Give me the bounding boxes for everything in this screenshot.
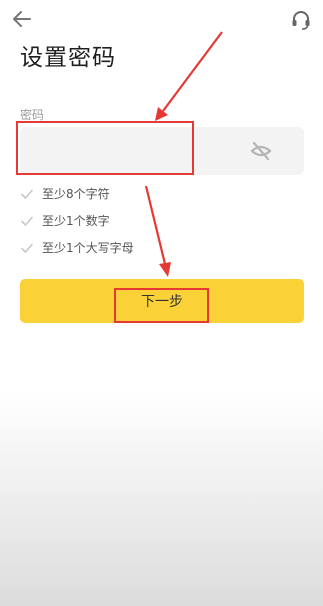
rule-text: 至少1个数字 <box>42 214 110 228</box>
check-icon <box>21 216 33 226</box>
rule-uppercase: 至少1个大写字母 <box>20 234 280 261</box>
check-icon <box>21 189 33 199</box>
top-bar <box>0 0 323 40</box>
annotation-arrow-to-password <box>162 31 223 112</box>
customer-support-button[interactable] <box>289 8 313 32</box>
annotation-arrowhead-password <box>155 107 168 121</box>
eye-off-icon <box>250 141 272 161</box>
page-title: 设置密码 <box>20 45 116 71</box>
back-button[interactable] <box>10 8 34 30</box>
password-label: 密码 <box>20 108 45 122</box>
password-rules: 至少8个字符 至少1个数字 至少1个大写字母 <box>20 180 280 261</box>
annotation-arrowhead-next <box>159 262 171 277</box>
rule-min-length: 至少8个字符 <box>20 180 280 207</box>
check-icon <box>21 243 33 253</box>
password-visibility-toggle[interactable] <box>249 140 273 162</box>
rule-digit: 至少1个数字 <box>20 207 280 234</box>
password-input[interactable] <box>30 133 244 171</box>
next-button[interactable]: 下一步 <box>20 279 304 323</box>
password-field <box>20 127 304 175</box>
headset-icon <box>292 11 310 30</box>
rule-text: 至少1个大写字母 <box>42 241 134 255</box>
arrow-left-icon <box>13 11 31 27</box>
rule-text: 至少8个字符 <box>42 187 110 201</box>
